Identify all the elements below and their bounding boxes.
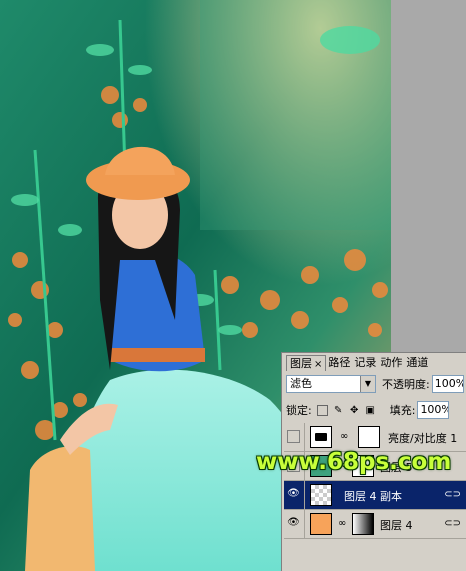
adjustment-icon bbox=[310, 426, 332, 448]
visibility-toggle-icon[interactable] bbox=[287, 430, 300, 443]
lock-label: 锁定: bbox=[286, 404, 312, 417]
layer-name: 图层 4 副本 bbox=[344, 490, 402, 503]
lock-transparency-icon[interactable] bbox=[316, 404, 328, 416]
chevron-down-icon: ▼ bbox=[360, 376, 375, 392]
tab-layers[interactable]: 图层 × bbox=[286, 355, 327, 371]
divider bbox=[304, 423, 305, 452]
tab-actions[interactable]: 动作 bbox=[378, 355, 404, 371]
chain-link-icon: ∞ bbox=[340, 431, 349, 442]
opacity-field[interactable]: 100% bbox=[431, 375, 464, 393]
layer-row-brightness-contrast[interactable]: ∞ 亮度/对比度 1 bbox=[284, 423, 466, 452]
eye-icon[interactable]: 👁 bbox=[287, 517, 300, 530]
lock-all-icon[interactable]: ▣ bbox=[365, 405, 376, 416]
layer-row-4-copy[interactable]: 👁 图层 4 副本 ⊂⊃ bbox=[284, 481, 466, 510]
tab-history[interactable]: 记录 bbox=[352, 355, 378, 371]
lock-move-icon[interactable]: ✥ bbox=[349, 405, 360, 416]
lock-brush-icon[interactable]: ✎ bbox=[333, 405, 344, 416]
layer-name: 亮度/对比度 1 bbox=[388, 432, 458, 445]
layer-mask-thumbnail bbox=[358, 426, 380, 448]
layer-thumbnail bbox=[310, 484, 332, 506]
blend-mode-select[interactable]: 滤色 ▼ bbox=[286, 375, 376, 393]
fill-field[interactable]: 100% bbox=[417, 401, 450, 419]
layer-mask-thumbnail bbox=[352, 513, 374, 535]
divider bbox=[304, 481, 305, 510]
watermark: www.68ps.com bbox=[256, 449, 452, 475]
chain-link-icon: ∞ bbox=[338, 518, 347, 529]
tab-paths[interactable]: 路径 bbox=[326, 355, 352, 371]
link-icon: ⊂⊃ bbox=[444, 489, 461, 500]
tab-channels[interactable]: 通道 bbox=[404, 355, 430, 371]
layer-row-4[interactable]: 👁 ∞ 图层 4 ⊂⊃ bbox=[284, 510, 466, 539]
eye-icon[interactable]: 👁 bbox=[287, 488, 300, 501]
layer-name: 图层 4 bbox=[380, 519, 413, 532]
layer-thumbnail bbox=[310, 513, 332, 535]
fill-label: 填充: bbox=[389, 404, 416, 417]
divider bbox=[304, 510, 305, 539]
link-icon: ⊂⊃ bbox=[444, 518, 461, 529]
panel-tabs: 图层 × 路径 记录 动作 通道 bbox=[286, 355, 430, 371]
canvas-gray-area bbox=[391, 0, 466, 352]
close-icon[interactable]: × bbox=[314, 359, 322, 370]
opacity-label: 不透明度: bbox=[382, 378, 430, 391]
layer-list: ∞ 亮度/对比度 1 ∞ 图层 5 👁 图层 4 副本 ⊂⊃ 👁 ∞ 图层 4 bbox=[284, 423, 466, 539]
